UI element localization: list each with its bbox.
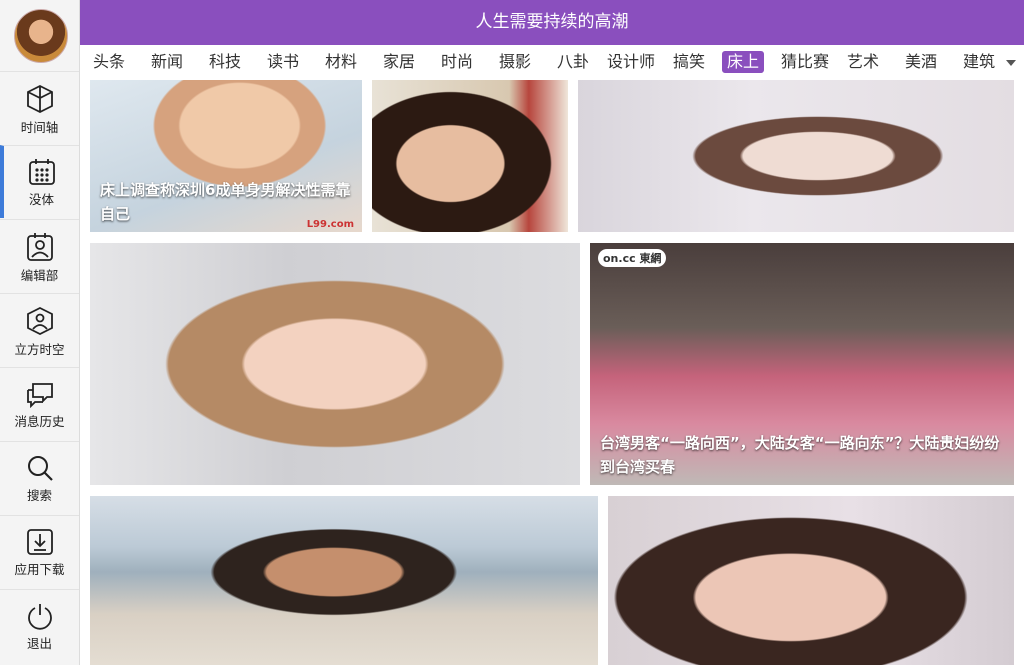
- sidebar-item-app-download[interactable]: 应用下载: [0, 515, 79, 588]
- article-card[interactable]: [90, 496, 598, 665]
- sidebar-item-message-history[interactable]: 消息历史: [0, 367, 79, 440]
- article-card[interactable]: [608, 496, 1014, 665]
- sidebar-item-editorial[interactable]: 编辑部: [0, 219, 79, 292]
- tab-fashion[interactable]: 时尚: [436, 51, 478, 73]
- watermark: L99.com: [306, 219, 354, 230]
- sidebar-item-label: 时间轴: [20, 120, 59, 135]
- article-card[interactable]: on.cc 東網 台湾男客“一路向西”，大陆女客“一路向东”？大陆贵妇纷纷到台湾…: [590, 243, 1014, 485]
- sidebar-item-label: 立方时空: [14, 342, 65, 357]
- source-logo: on.cc 東網: [598, 249, 667, 267]
- profile-card-icon: [26, 233, 53, 261]
- tab-headlines[interactable]: 头条: [88, 51, 130, 73]
- category-tabs: 头条 新闻 科技 读书 材料 家居 时尚 摄影 八卦 设计师 搞笑 床上 猜比赛…: [80, 45, 1024, 80]
- tab-guess-match[interactable]: 猜比赛: [776, 51, 834, 73]
- sidebar-item-timeline[interactable]: 时间轴: [0, 71, 79, 144]
- tab-materials[interactable]: 材料: [320, 51, 362, 73]
- tab-reading[interactable]: 读书: [262, 51, 304, 73]
- sidebar-item-search[interactable]: 搜索: [0, 441, 79, 514]
- sidebar-item-label: 没体: [28, 192, 54, 207]
- sidebar-item-label: 编辑部: [20, 268, 59, 283]
- article-card[interactable]: 床上调查称深圳6成单身男解决性需靠自己 L99.com: [90, 80, 362, 232]
- sidebar-item-label: 消息历史: [14, 414, 65, 429]
- article-card[interactable]: [372, 80, 568, 232]
- tab-photography[interactable]: 摄影: [494, 51, 536, 73]
- cube-icon: [26, 84, 53, 114]
- tab-news[interactable]: 新闻: [146, 51, 188, 73]
- tab-wine[interactable]: 美酒: [900, 51, 942, 73]
- sidebar-item-label: 退出: [26, 636, 52, 651]
- sidebar: 时间轴 没体 编辑部 立方时空 消息历史 搜索 应用下载 退出: [0, 0, 80, 665]
- calendar-grid-icon: [28, 159, 55, 185]
- power-icon: [27, 604, 52, 630]
- sidebar-item-cube-space[interactable]: 立方时空: [0, 293, 79, 366]
- content-grid: 床上调查称深圳6成单身男解决性需靠自己 L99.com on.cc 東網 台湾男…: [80, 80, 1024, 665]
- article-card[interactable]: [90, 243, 580, 485]
- search-icon: [27, 456, 53, 481]
- tab-art[interactable]: 艺术: [842, 51, 884, 73]
- tab-gossip[interactable]: 八卦: [552, 51, 594, 73]
- tab-home[interactable]: 家居: [378, 51, 420, 73]
- sidebar-item-label: 应用下载: [14, 562, 65, 577]
- chevron-down-icon[interactable]: [1006, 60, 1016, 66]
- chat-bubbles-icon: [26, 383, 53, 408]
- article-caption: 台湾男客“一路向西”，大陆女客“一路向东”？大陆贵妇纷纷到台湾买春: [600, 434, 1000, 476]
- tab-bed[interactable]: 床上: [722, 51, 765, 73]
- tab-architecture[interactable]: 建筑: [958, 51, 1000, 73]
- tab-funny[interactable]: 搞笑: [668, 51, 710, 73]
- sidebar-item-label: 搜索: [26, 488, 52, 503]
- tab-designer[interactable]: 设计师: [602, 51, 660, 73]
- page-title: 人生需要持续的高潮: [475, 12, 629, 32]
- sidebar-item-media[interactable]: 没体: [0, 145, 79, 218]
- cube-person-icon: [26, 306, 53, 336]
- user-avatar[interactable]: [14, 9, 68, 63]
- sidebar-item-logout[interactable]: 退出: [0, 589, 79, 662]
- tab-tech[interactable]: 科技: [204, 51, 246, 73]
- article-card[interactable]: [578, 80, 1014, 232]
- download-icon: [26, 529, 53, 555]
- page-title-bar: 人生需要持续的高潮: [80, 0, 1024, 45]
